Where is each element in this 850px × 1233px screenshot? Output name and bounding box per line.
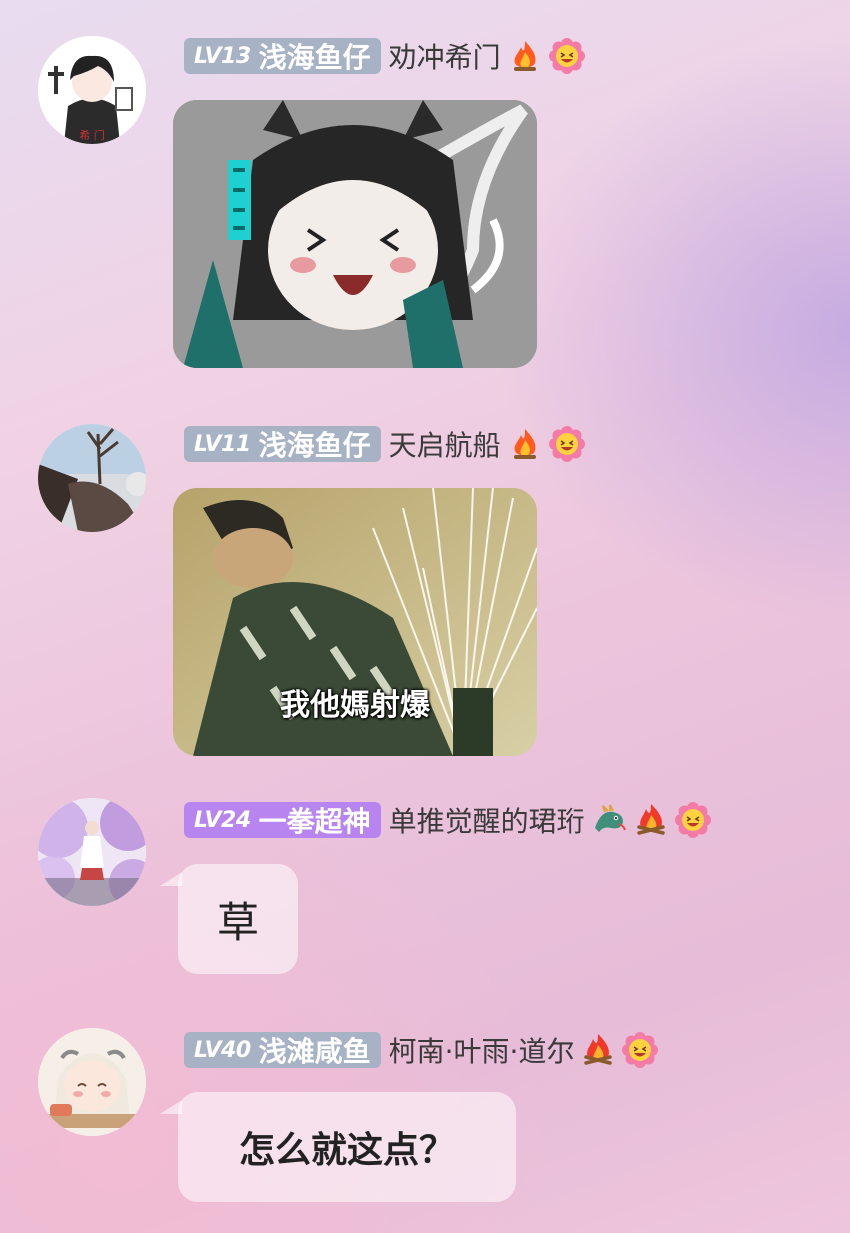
user-badge[interactable]: LV13 浅海鱼仔 xyxy=(184,38,381,74)
user-title: 劝冲希门 xyxy=(388,41,501,74)
level-label: LV13 xyxy=(194,43,251,69)
level-label: LV24 xyxy=(194,807,251,833)
nickname: 浅海鱼仔 xyxy=(258,41,371,74)
user-title: 单推觉醒的珺珩 xyxy=(388,805,585,838)
user-line: LV11 浅海鱼仔 天启航船 xyxy=(184,426,585,462)
laughing-flower-icon xyxy=(622,1032,659,1068)
bonfire-icon xyxy=(580,1032,616,1068)
user-line: LV40 浅滩咸鱼 柯南·叶雨·道尔 xyxy=(184,1032,659,1068)
image-caption: 我他媽射爆 xyxy=(280,688,430,723)
avatar[interactable] xyxy=(38,798,146,906)
message-text: 草 xyxy=(216,897,259,947)
avatar-image xyxy=(38,424,146,532)
user-badge[interactable]: LV11 浅海鱼仔 xyxy=(184,426,381,462)
nickname: 浅滩咸鱼 xyxy=(258,1035,371,1068)
user-badge[interactable]: LV24 一拳超神 xyxy=(184,802,381,838)
avatar[interactable]: 希 门 xyxy=(38,36,146,144)
avatar-image: 希 门 xyxy=(38,36,146,144)
laughing-flower-icon xyxy=(674,802,711,838)
meme-image[interactable]: 我他媽射爆 xyxy=(173,488,537,756)
user-badge[interactable]: LV40 浅滩咸鱼 xyxy=(184,1032,381,1068)
user-line: LV13 浅海鱼仔 劝冲希门 xyxy=(184,38,585,74)
avatar-image xyxy=(38,1028,146,1136)
laughing-flower-icon xyxy=(548,426,585,462)
message-text: 怎么就这点？ xyxy=(238,1129,455,1171)
dragon-icon xyxy=(591,802,627,838)
sticker-image[interactable] xyxy=(173,100,537,368)
fire-icon xyxy=(507,38,543,74)
fire-icon xyxy=(507,426,543,462)
avatar[interactable] xyxy=(38,1028,146,1136)
user-line: LV24 一拳超神 单推觉醒的珺珩 xyxy=(184,802,711,838)
avatar[interactable] xyxy=(38,424,146,532)
level-label: LV11 xyxy=(194,431,251,457)
level-label: LV40 xyxy=(194,1037,251,1063)
nickname: 一拳超神 xyxy=(258,805,371,838)
message-bubble[interactable]: 草 xyxy=(178,864,298,974)
user-title: 柯南·叶雨·道尔 xyxy=(388,1035,575,1068)
avatar-image xyxy=(38,798,146,906)
bonfire-icon xyxy=(633,802,669,838)
nickname: 浅海鱼仔 xyxy=(258,429,371,462)
user-title: 天启航船 xyxy=(388,429,501,462)
laughing-flower-icon xyxy=(548,38,585,74)
avatar-caption: 希 门 xyxy=(79,128,105,142)
message-bubble[interactable]: 怎么就这点？ xyxy=(178,1092,516,1202)
